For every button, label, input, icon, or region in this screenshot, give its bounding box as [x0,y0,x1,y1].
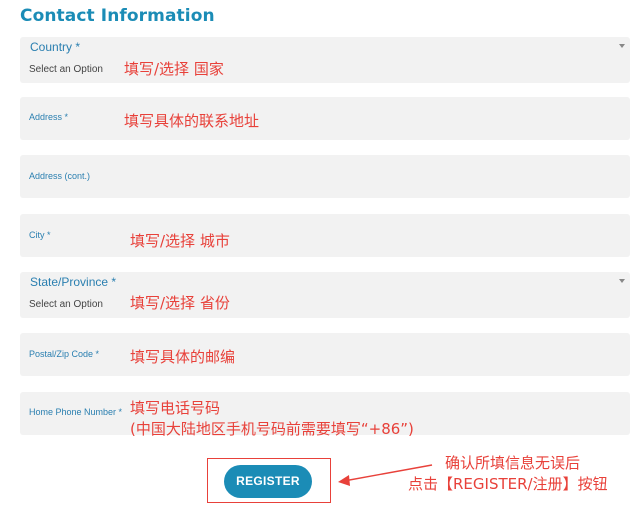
register-annotation-line2: 点击【REGISTER/注册】按钮 [408,475,608,493]
register-annotation-line1: 确认所填信息无误后 [445,454,581,472]
arrow-left-icon [338,464,433,486]
